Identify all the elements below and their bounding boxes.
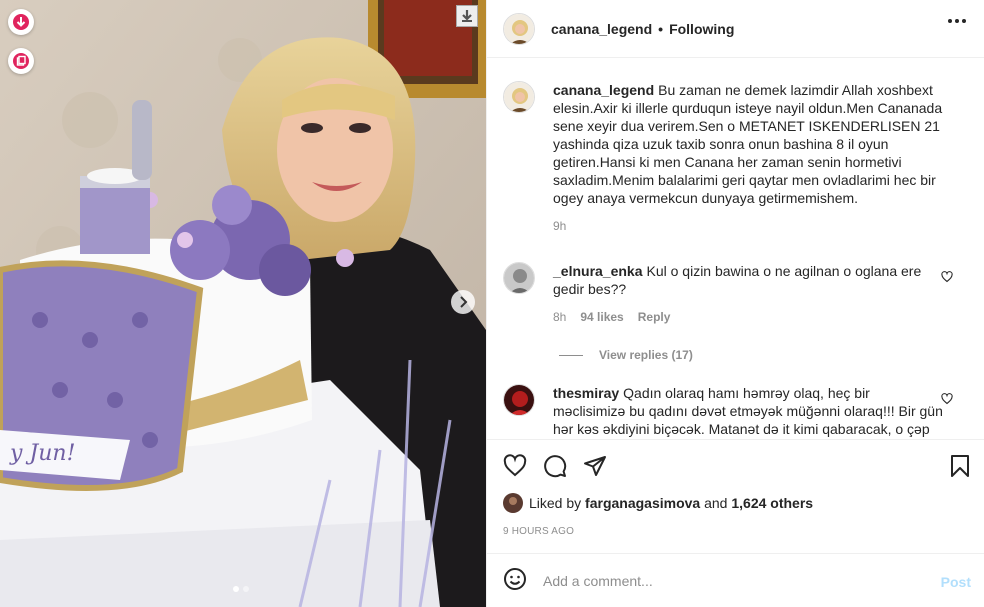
comment-meta: 8h 94 likes Reply [553,310,943,324]
post-photo[interactable]: y Jun! [0,0,486,607]
action-bar [487,439,984,491]
comment-item: _elnura_enka Kul o qizin bawina o ne agil… [503,262,953,324]
caption-body: Bu zaman ne demek lazimdir Allah xoshbex… [553,82,943,206]
caption-comment: canana_legend Bu zaman ne demek lazimdir … [503,81,943,233]
likes-summary: Liked by farganagasimova and 1,624 other… [503,493,813,513]
download-icon[interactable] [8,9,34,35]
following-button[interactable]: Following [669,21,734,37]
likes-count-link[interactable]: 1,624 others [731,495,813,511]
comment-text: _elnura_enka Kul o qizin bawina o ne agil… [553,262,943,298]
liked-by-username[interactable]: farganagasimova [585,495,700,511]
save-image-icon[interactable] [456,5,478,27]
header-username[interactable]: canana_legend [551,21,652,37]
post-button[interactable]: Post [941,574,971,590]
post-timestamp[interactable]: 9 HOURS AGO [503,526,574,537]
caption-time[interactable]: 9h [553,219,566,233]
avatar[interactable] [503,493,523,513]
avatar[interactable] [503,12,535,45]
divider-line [559,354,583,356]
carousel-dot-active [233,586,239,592]
heart-icon[interactable] [941,392,953,408]
avatar[interactable] [503,262,535,294]
view-replies-label: View replies (17) [599,348,693,362]
comment-time[interactable]: 8h [553,310,566,324]
separator-dot: • [658,20,664,37]
more-options-icon[interactable] [948,19,966,23]
comment-input[interactable] [543,572,923,589]
svg-text:y Jun!: y Jun! [9,441,75,466]
instagram-post-view: y Jun! canana_legend • Following canana_… [0,0,984,607]
heart-icon[interactable] [941,270,953,286]
carousel-indicator [233,586,249,592]
comment-username[interactable]: _elnura_enka [553,263,643,279]
post-header: canana_legend • Following [487,0,984,58]
comment-item: thesmiray Qadın olaraq hamı həmrəy olaq, … [503,384,953,439]
next-image-button[interactable] [451,290,475,314]
caption-text: canana_legend Bu zaman ne demek lazimdir … [553,81,943,207]
comment-username[interactable]: thesmiray [553,385,619,401]
caption-meta: 9h [553,219,943,233]
caption-username[interactable]: canana_legend [553,82,654,98]
cake-photo-image: y Jun! [0,0,486,607]
avatar[interactable] [503,384,535,416]
likes-prefix: Liked by [529,495,582,511]
comment-icon[interactable] [543,454,567,478]
likes-and: and [704,495,728,511]
reply-button[interactable]: Reply [638,310,671,324]
view-replies-button[interactable]: View replies (17) [559,348,693,362]
post-side-panel: canana_legend • Following canana_legend B… [486,0,984,607]
like-heart-icon[interactable] [503,453,527,478]
comment-likes[interactable]: 94 likes [580,310,623,324]
add-comment-bar: Post [487,553,984,607]
avatar[interactable] [503,81,535,113]
comments-list[interactable]: canana_legend Bu zaman ne demek lazimdir … [487,59,984,439]
emoji-icon[interactable] [503,567,527,594]
comment-text: thesmiray Qadın olaraq hamı həmrəy olaq, … [553,384,943,439]
copy-icon[interactable] [8,48,34,74]
share-icon[interactable] [583,454,607,478]
bookmark-icon[interactable] [949,454,971,481]
carousel-dot [243,586,249,592]
chevron-right-icon [460,296,468,308]
